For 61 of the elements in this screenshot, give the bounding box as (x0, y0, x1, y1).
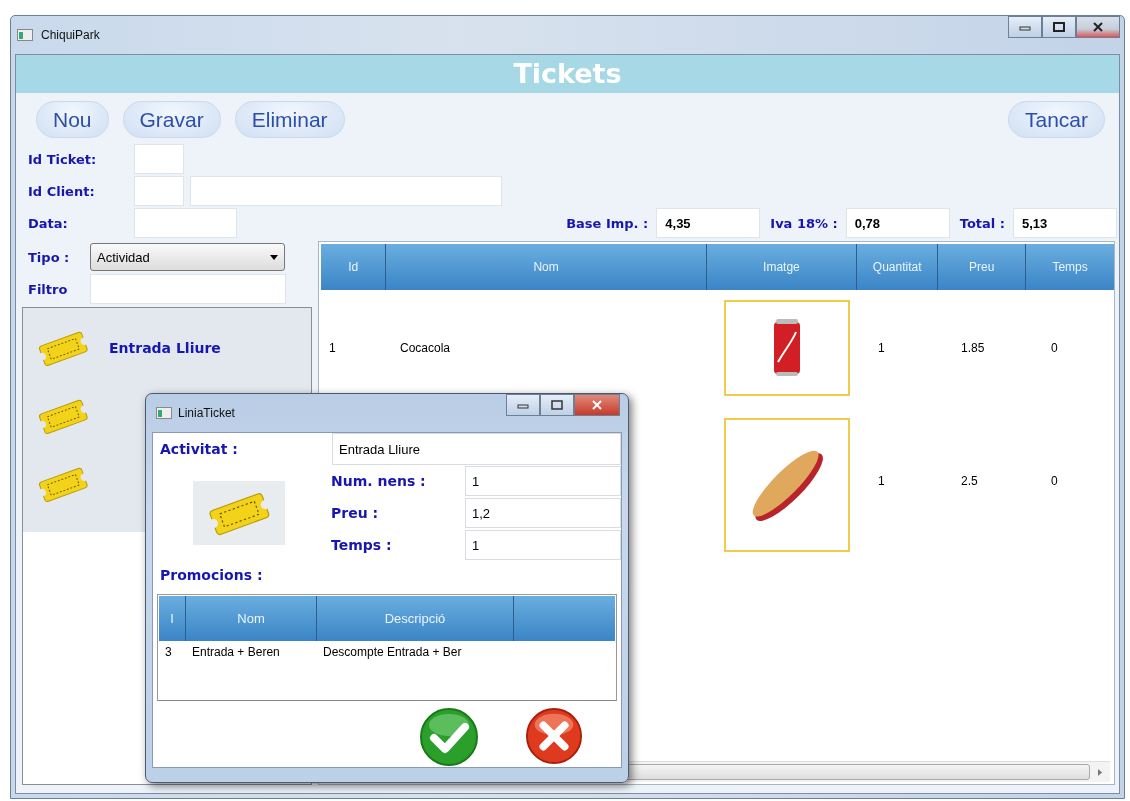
window-title: ChiquiPark (41, 28, 100, 42)
field-label: Num. nens : (331, 473, 427, 489)
toolbar-button[interactable]: Gravar (122, 101, 221, 138)
field-label: Preu : (331, 505, 380, 521)
window-icon (17, 29, 33, 41)
date-field[interactable] (134, 208, 237, 238)
value-field[interactable]: 1 (465, 530, 621, 560)
close-form-button[interactable]: Tancar (1007, 101, 1105, 138)
value-field[interactable]: 1 (465, 466, 621, 496)
accept-button[interactable] (419, 707, 479, 767)
cancel-button[interactable] (525, 707, 583, 767)
field-label: Temps : (331, 537, 393, 553)
header-banner: Tickets (16, 55, 1119, 93)
table-cell-text: Descompte Entrada + Ber (322, 645, 463, 660)
table-cell: 1.85 (961, 341, 985, 355)
close-icon (1092, 22, 1104, 32)
window-icon (156, 407, 172, 419)
minimize-icon (517, 401, 529, 409)
maximize-button[interactable] (1042, 16, 1076, 38)
field-label: Id Client: (28, 183, 96, 199)
value-field[interactable]: 1,2 (465, 498, 621, 528)
table-cell: 0 (1051, 341, 1058, 355)
scroll-right-arrow-icon[interactable] (1098, 768, 1102, 776)
field-label: Tipo : (28, 249, 71, 265)
total-label: Base Imp. : (566, 215, 649, 231)
maximize-icon (551, 400, 563, 410)
window-title: LiniaTicket (178, 406, 235, 420)
table-cell: Cocacola (400, 341, 451, 355)
activity-field[interactable]: Entrada Lliure (332, 433, 621, 465)
close-icon (591, 400, 603, 410)
field-label: Activitat : (160, 441, 239, 457)
field-label: Id Ticket: (28, 151, 98, 167)
close-button[interactable] (574, 394, 620, 416)
total-label: Total : (959, 215, 1005, 231)
type-dropdown[interactable]: Actividad (90, 243, 285, 271)
id-client-field[interactable] (134, 176, 184, 206)
total-field[interactable]: 5,13 (1013, 208, 1117, 238)
table-cell-text: 3 (164, 645, 173, 660)
minimize-button[interactable] (506, 394, 540, 416)
toolbar-button[interactable]: Nou (36, 101, 109, 138)
caret-icon (270, 254, 278, 260)
close-button[interactable] (1076, 16, 1120, 38)
table-cell: 2.5 (961, 474, 978, 488)
field-label: Data: (28, 215, 69, 231)
table-cell-text: Entrada + Beren (191, 645, 281, 660)
minimize-icon (1019, 23, 1031, 31)
activity-name[interactable]: Entrada Lliure (109, 340, 221, 356)
table-cell: 1 (878, 341, 885, 355)
filter-field[interactable] (90, 274, 286, 304)
table-cell: 1 (329, 341, 336, 355)
total-field[interactable]: 4,35 (656, 208, 761, 238)
total-field[interactable]: 0,78 (845, 208, 950, 238)
id-ticket-field[interactable] (134, 144, 184, 174)
client-name-field[interactable] (190, 176, 502, 206)
section-label: Promocions : (159, 565, 264, 585)
total-label: Iva 18% : (770, 215, 838, 231)
table-cell: 1 (878, 474, 885, 488)
table-cell: 0 (1051, 474, 1058, 488)
toolbar-button[interactable]: Eliminar (234, 101, 345, 138)
field-label: Filtro (28, 281, 69, 297)
maximize-icon (1053, 22, 1065, 32)
